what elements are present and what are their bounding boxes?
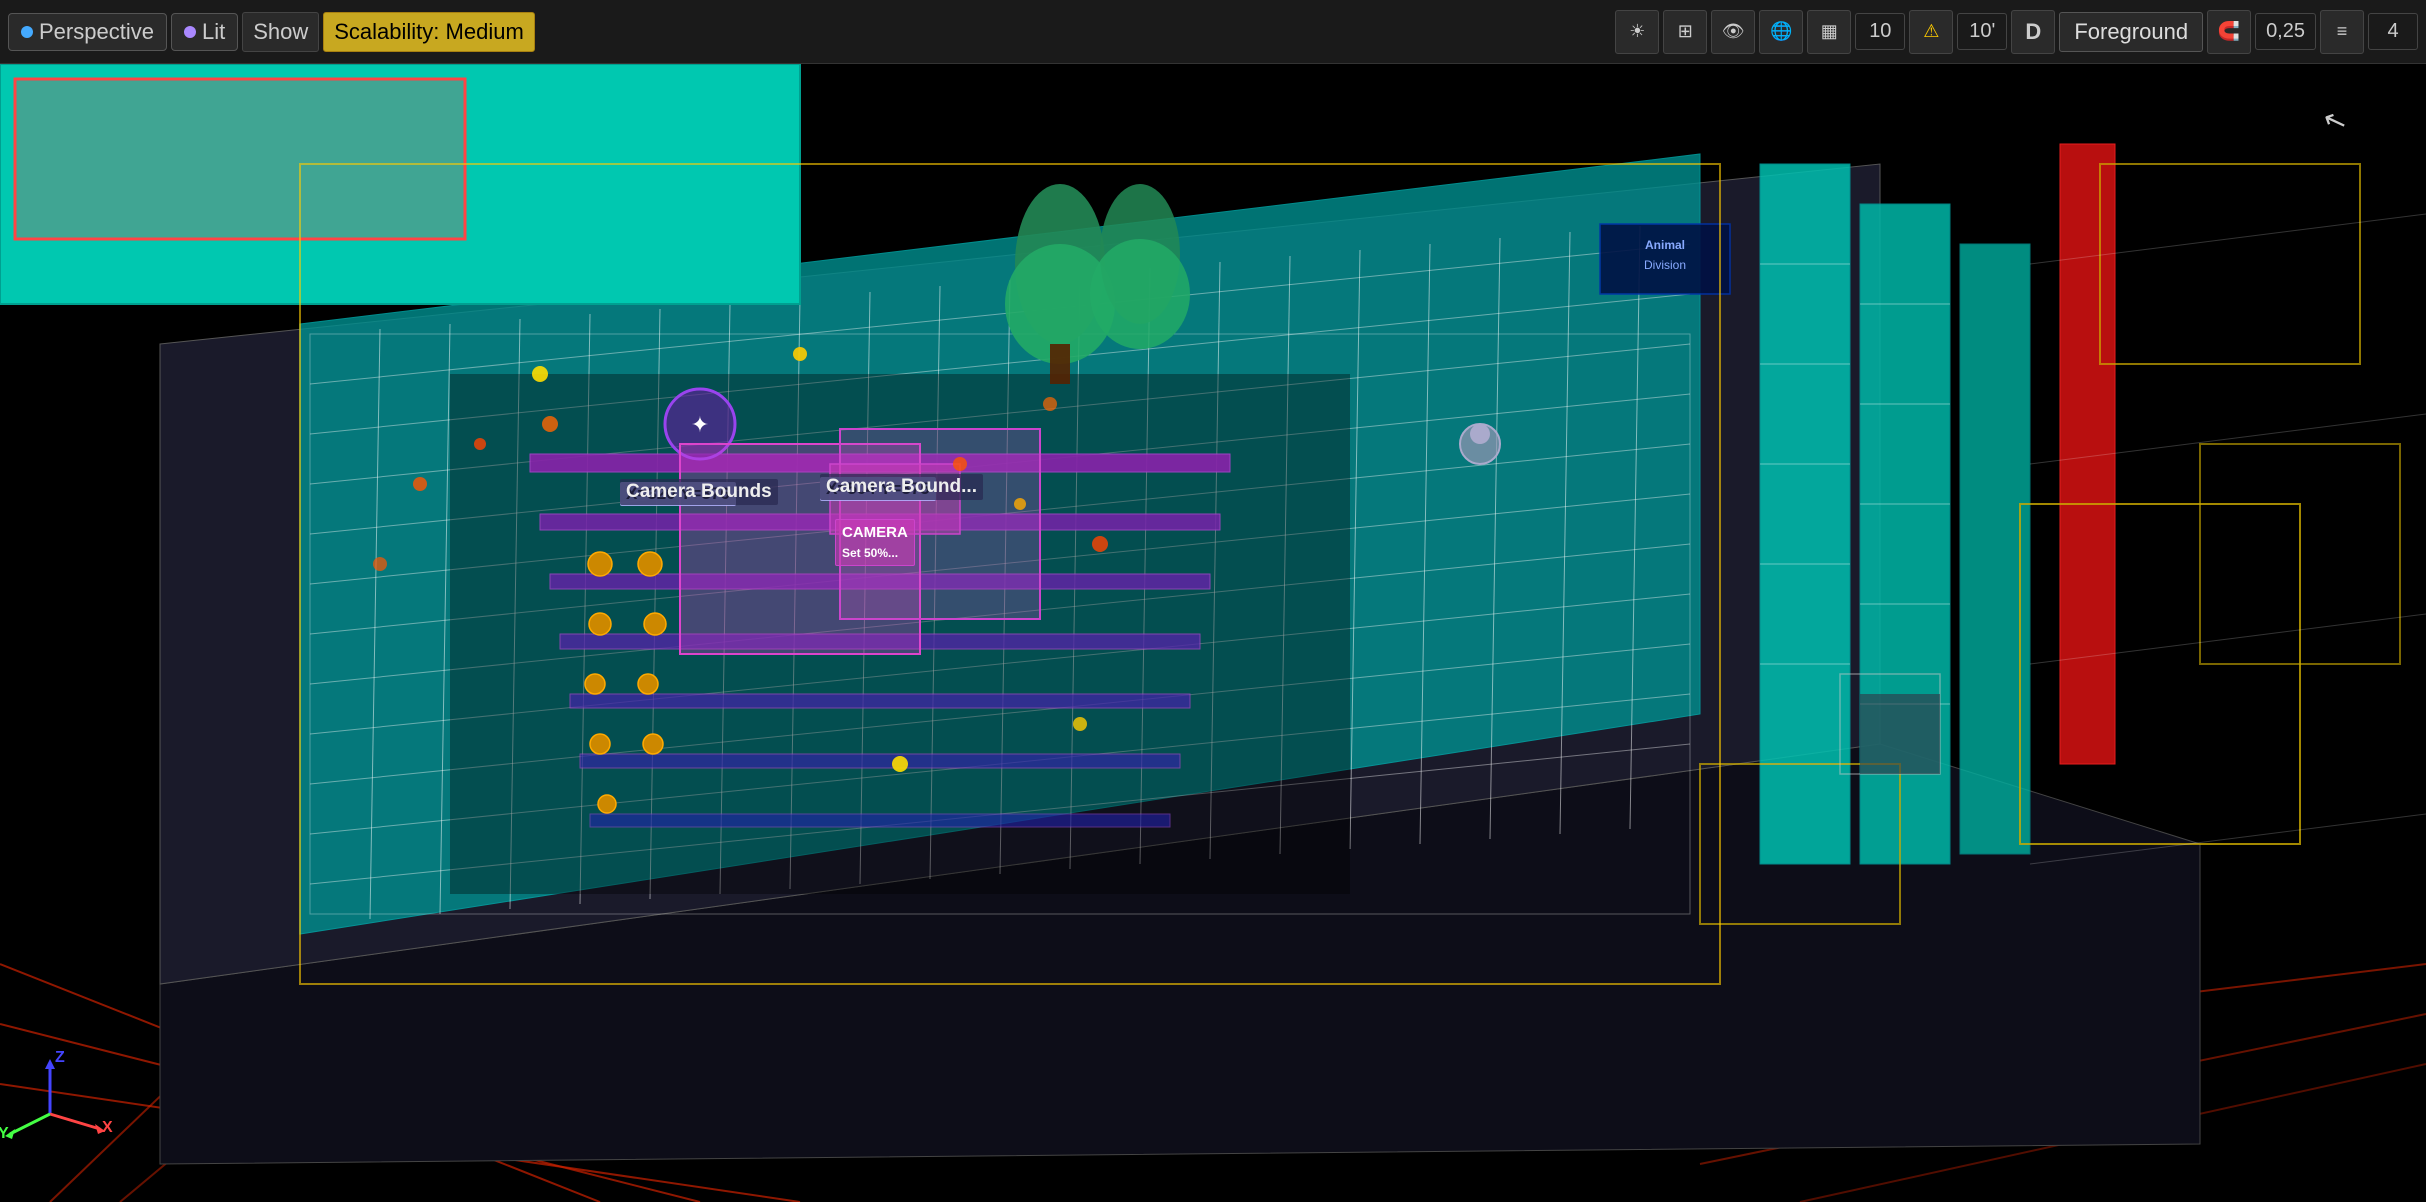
camera-bounds-label-1: Camera Bounds X=320 Y=376 (620, 479, 736, 506)
svg-text:X: X (102, 1119, 113, 1136)
perspective-icon (21, 26, 33, 38)
light-icon-btn[interactable]: ☀ (1615, 10, 1659, 54)
foreground-dropdown[interactable]: Foreground (2059, 12, 2203, 52)
camera-icon: 👁 (1722, 21, 1745, 42)
lit-icon (184, 26, 196, 38)
layers-icon: ≡ (2337, 21, 2348, 42)
scalability-label: Scalability: Medium (334, 19, 524, 45)
grid-icon: ▦ (1821, 21, 1838, 42)
svg-text:✦: ✦ (691, 412, 709, 437)
snap-value: 10 (1869, 20, 1891, 42)
show-label: Show (253, 19, 308, 45)
angle-value-input[interactable]: 10' (1957, 13, 2007, 50)
foreground-label: Foreground (2074, 19, 2188, 44)
d-icon: D (2025, 19, 2041, 45)
snap-size-value: 0,25 (2266, 20, 2305, 42)
toolbar-right: ☀ ⊞ 👁 🌐 ▦ 10 ⚠ 10' D (1615, 10, 2418, 54)
camera-bounds-1-text: Camera Bounds (620, 479, 778, 505)
world-icon-btn[interactable]: 🌐 (1759, 10, 1803, 54)
camera-bounds-label-2: Camera Bound... X=504 Y=375 (820, 474, 936, 501)
perspective-label: Perspective (39, 19, 154, 45)
angle-value: 10' (1969, 20, 1995, 42)
scalability-button[interactable]: Scalability: Medium (323, 12, 535, 52)
scene-viewport[interactable]: ✦ Animal Division (0, 64, 2426, 1202)
svg-text:Animal: Animal (1645, 238, 1685, 252)
main-toolbar: Perspective Lit Show Scalability: Medium… (0, 0, 2426, 64)
perspective-button[interactable]: Perspective (8, 13, 167, 51)
show-button[interactable]: Show (242, 12, 319, 52)
sun-icon: ☀ (1629, 21, 1645, 42)
camera-view-btn[interactable]: 👁 (1711, 10, 1755, 54)
snap-size-input[interactable]: 0,25 (2255, 13, 2316, 50)
camera-bounds-2-text: Camera Bound... (820, 474, 983, 500)
camera-inner-label: CAMERASet 50%... (835, 519, 915, 566)
scene-svg: ✦ Animal Division (0, 64, 2426, 1202)
camera-inner-text: CAMERASet 50%... (842, 523, 908, 562)
lit-button[interactable]: Lit (171, 13, 238, 51)
snap-value-input[interactable]: 10 (1855, 13, 1905, 50)
mesh-icon-btn[interactable]: ⊞ (1663, 10, 1707, 54)
grid-icon-btn[interactable]: ▦ (1807, 10, 1851, 54)
warning-icon: ⚠ (1923, 21, 1939, 42)
svg-text:Y: Y (0, 1125, 9, 1142)
svg-text:Division: Division (1644, 258, 1686, 272)
svg-text:Z: Z (55, 1049, 65, 1066)
mesh-icon: ⊞ (1678, 21, 1693, 42)
magnet-icon-btn[interactable]: 🧲 (2207, 10, 2251, 54)
magnet-icon: 🧲 (2218, 21, 2240, 42)
warning-icon-btn[interactable]: ⚠ (1909, 10, 1953, 54)
lit-label: Lit (202, 19, 225, 45)
layer-value-input[interactable]: 4 (2368, 13, 2418, 50)
layer-value: 4 (2387, 20, 2398, 42)
layers-icon-btn[interactable]: ≡ (2320, 10, 2364, 54)
d-icon-btn[interactable]: D (2011, 10, 2055, 54)
globe-icon: 🌐 (1770, 21, 1792, 42)
